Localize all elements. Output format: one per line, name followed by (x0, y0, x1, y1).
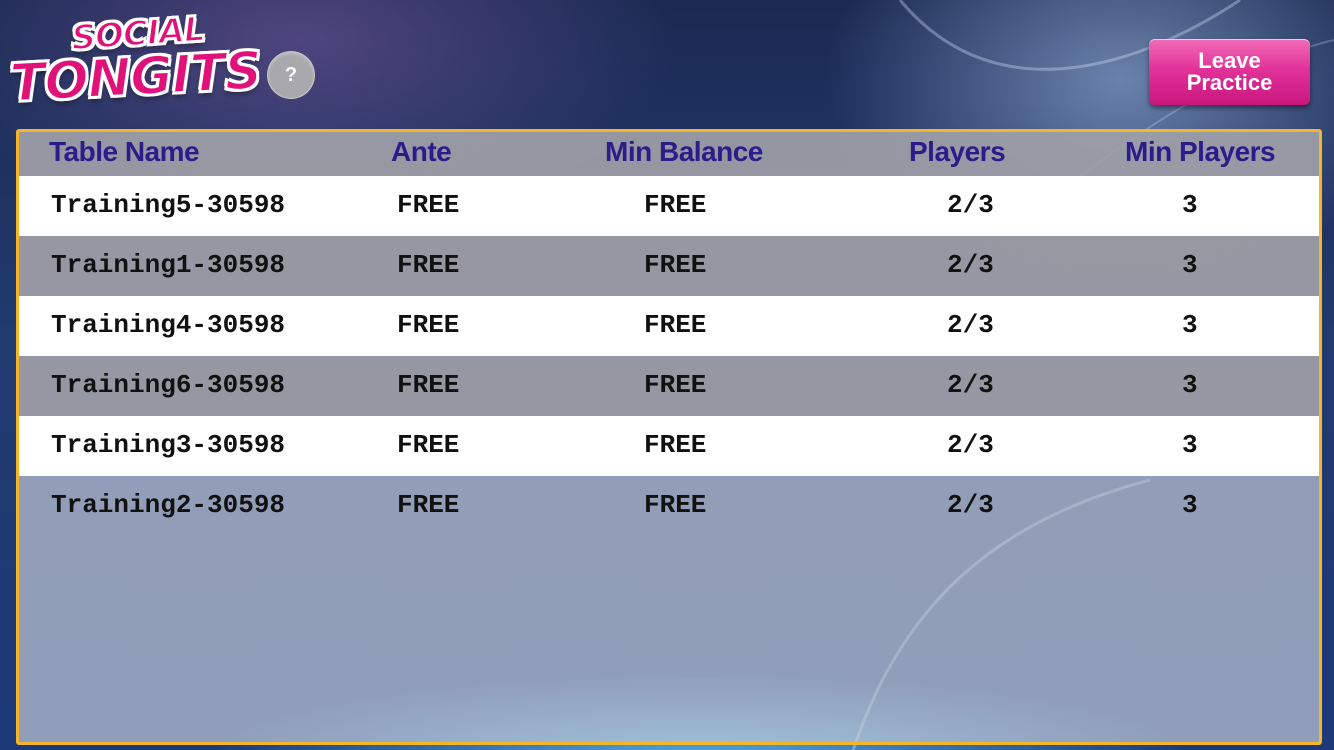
table-name-cell: Training6-30598 (51, 370, 286, 400)
table-row[interactable]: Training1-30598 FREE FREE 2/3 3 (19, 236, 1319, 296)
min-balance-cell: FREE (644, 490, 707, 520)
header-min-balance: Min Balance (605, 136, 763, 167)
table-row[interactable]: Training3-30598 FREE FREE 2/3 3 (19, 416, 1319, 476)
table-name-cell: Training3-30598 (51, 430, 286, 460)
ante-cell: FREE (397, 370, 460, 400)
players-cell: 2/3 (947, 370, 994, 400)
table-row[interactable]: Training2-30598 FREE FREE 2/3 3 (19, 476, 1319, 536)
header-min-players: Min Players (1125, 136, 1276, 167)
min-players-cell: 3 (1182, 370, 1198, 400)
leave-button-line-2: Practice (1186, 70, 1273, 95)
table-row[interactable]: Training5-30598 FREE FREE 2/3 3 (19, 176, 1319, 236)
table-rows: Training5-30598 FREE FREE 2/3 3 Training… (19, 176, 1319, 536)
header-ante: Ante (391, 136, 452, 167)
ante-cell: FREE (397, 430, 460, 460)
ante-cell: FREE (397, 310, 460, 340)
min-balance-cell: FREE (644, 430, 707, 460)
players-cell: 2/3 (947, 250, 994, 280)
table-name-cell: Training2-30598 (51, 490, 286, 520)
table-list-panel: Table Name Ante Min Balance Players Min … (16, 129, 1322, 745)
table-row[interactable]: Training4-30598 FREE FREE 2/3 3 (19, 296, 1319, 356)
players-cell: 2/3 (947, 310, 994, 340)
leave-button-line-1: Leave (1198, 48, 1261, 73)
players-cell: 2/3 (947, 490, 994, 520)
min-balance-cell: FREE (644, 190, 707, 220)
header-table-name: Table Name (49, 136, 200, 167)
min-players-cell: 3 (1182, 490, 1198, 520)
help-icon: ? (284, 63, 298, 86)
help-button[interactable]: ? (267, 51, 315, 99)
logo-line-2: TONGITS (8, 40, 264, 115)
table-name-cell: Training4-30598 (51, 310, 286, 340)
min-balance-cell: FREE (644, 370, 707, 400)
min-players-cell: 3 (1182, 250, 1198, 280)
leave-practice-button[interactable]: Leave Practice (1149, 39, 1310, 105)
ante-cell: FREE (397, 250, 460, 280)
min-balance-cell: FREE (644, 250, 707, 280)
min-players-cell: 3 (1182, 310, 1198, 340)
table-row[interactable]: Training6-30598 FREE FREE 2/3 3 (19, 356, 1319, 416)
players-cell: 2/3 (947, 430, 994, 460)
table-name-cell: Training5-30598 (51, 190, 286, 220)
social-tongits-logo: SOCIAL TONGITS (8, 8, 264, 116)
table-name-cell: Training1-30598 (51, 250, 286, 280)
header-players: Players (909, 136, 1006, 167)
ante-cell: FREE (397, 490, 460, 520)
players-cell: 2/3 (947, 190, 994, 220)
table-header-row: Table Name Ante Min Balance Players Min … (19, 132, 1319, 176)
min-players-cell: 3 (1182, 430, 1198, 460)
ante-cell: FREE (397, 190, 460, 220)
min-balance-cell: FREE (644, 310, 707, 340)
min-players-cell: 3 (1182, 190, 1198, 220)
